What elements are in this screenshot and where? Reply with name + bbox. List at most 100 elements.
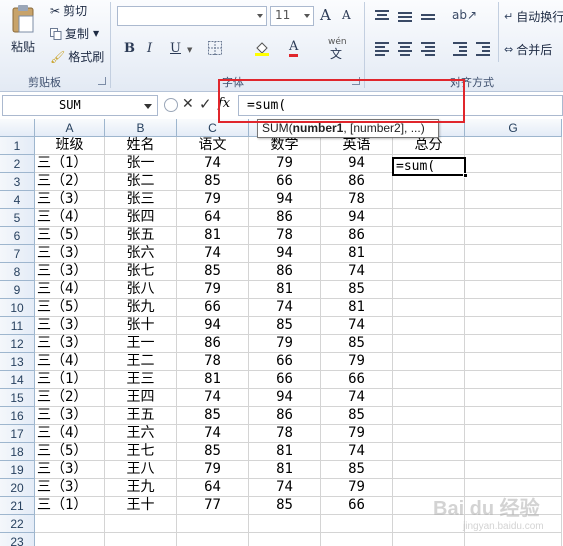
column-header-c[interactable]: C (177, 119, 249, 137)
paste-button[interactable]: 粘贴 (6, 4, 40, 60)
cell[interactable] (105, 533, 177, 546)
row-header[interactable]: 11 (0, 317, 35, 335)
cell[interactable]: 81 (249, 443, 321, 461)
cell[interactable]: 81 (249, 281, 321, 299)
cell[interactable]: 94 (249, 389, 321, 407)
cell[interactable]: 张四 (105, 209, 177, 227)
cell[interactable]: 94 (321, 209, 393, 227)
cut-button[interactable]: ✂ 剪切 (50, 2, 87, 19)
row-header[interactable]: 1 (0, 137, 35, 155)
cell[interactable] (249, 515, 321, 533)
cell[interactable]: 81 (321, 245, 393, 263)
row-header[interactable]: 17 (0, 425, 35, 443)
cell[interactable] (465, 191, 562, 209)
cell[interactable]: 79 (249, 155, 321, 173)
italic-button[interactable]: I (147, 41, 152, 56)
cell[interactable]: 66 (177, 299, 249, 317)
cell[interactable] (393, 299, 465, 317)
cell[interactable]: 74 (321, 317, 393, 335)
decrease-indent-icon[interactable] (453, 42, 467, 56)
cell[interactable] (249, 533, 321, 546)
cell[interactable]: 74 (321, 389, 393, 407)
cell[interactable]: 79 (249, 335, 321, 353)
cell[interactable] (393, 245, 465, 263)
cell[interactable]: 74 (177, 425, 249, 443)
increase-indent-icon[interactable] (476, 42, 490, 56)
cell[interactable]: 王六 (105, 425, 177, 443)
shrink-font-icon[interactable]: A (342, 8, 351, 22)
cell[interactable]: 三（1） (35, 497, 105, 515)
cell[interactable]: 74 (249, 299, 321, 317)
cell[interactable] (35, 533, 105, 546)
column-header-b[interactable]: B (105, 119, 177, 137)
cell[interactable] (465, 443, 562, 461)
cell[interactable] (321, 533, 393, 546)
cancel-icon[interactable]: ✕ (182, 96, 194, 112)
cell[interactable]: 三（3） (35, 191, 105, 209)
cell[interactable]: 三（4） (35, 425, 105, 443)
cell[interactable] (465, 245, 562, 263)
align-bottom-icon[interactable] (421, 14, 435, 26)
cell[interactable]: 86 (249, 263, 321, 281)
cell[interactable]: 三（3） (35, 317, 105, 335)
align-top-icon[interactable] (375, 10, 389, 22)
cell[interactable]: 王十 (105, 497, 177, 515)
cell[interactable] (465, 209, 562, 227)
cell[interactable]: 64 (177, 209, 249, 227)
row-header[interactable]: 20 (0, 479, 35, 497)
cell[interactable] (465, 299, 562, 317)
cell[interactable]: 张八 (105, 281, 177, 299)
cell[interactable]: 三（3） (35, 263, 105, 281)
merge-center-button[interactable]: ⇔ 合并后 (504, 41, 552, 58)
cell[interactable] (465, 317, 562, 335)
select-all-corner[interactable] (0, 119, 35, 137)
cell[interactable] (465, 281, 562, 299)
cell[interactable]: 85 (249, 317, 321, 335)
active-cell[interactable]: =sum( (392, 157, 468, 178)
cell[interactable]: 85 (177, 407, 249, 425)
cell[interactable]: 66 (249, 371, 321, 389)
cell[interactable]: 三（3） (35, 335, 105, 353)
row-header[interactable]: 2 (0, 155, 35, 173)
cell[interactable] (105, 515, 177, 533)
cell[interactable]: 86 (177, 335, 249, 353)
cell[interactable]: 78 (249, 425, 321, 443)
cell[interactable]: 85 (321, 461, 393, 479)
formula-input[interactable]: =sum( (238, 95, 563, 116)
cell[interactable]: 86 (321, 227, 393, 245)
insert-function-icon[interactable]: fx (218, 96, 230, 111)
underline-button[interactable]: U (170, 41, 181, 56)
cell[interactable] (465, 155, 562, 173)
cell[interactable]: 85 (321, 335, 393, 353)
cell[interactable]: 81 (177, 371, 249, 389)
cell[interactable] (465, 227, 562, 245)
cell[interactable]: 三（4） (35, 209, 105, 227)
cell[interactable] (393, 371, 465, 389)
cell[interactable] (393, 533, 465, 546)
cell[interactable]: 85 (177, 443, 249, 461)
cell[interactable]: 班级 (35, 137, 105, 155)
cell[interactable]: 81 (249, 461, 321, 479)
cell[interactable]: 79 (177, 281, 249, 299)
cell[interactable]: 三（4） (35, 281, 105, 299)
cell[interactable]: 三（3） (35, 407, 105, 425)
row-header[interactable]: 19 (0, 461, 35, 479)
cell[interactable]: 三（1） (35, 371, 105, 389)
cell[interactable] (393, 389, 465, 407)
cell[interactable]: 74 (177, 389, 249, 407)
cell[interactable] (177, 515, 249, 533)
align-right-icon[interactable] (421, 42, 435, 56)
cell[interactable]: 三（5） (35, 299, 105, 317)
row-header[interactable]: 15 (0, 389, 35, 407)
cell[interactable]: 78 (177, 353, 249, 371)
wrap-text-button[interactable]: ↵ 自动换行 (504, 8, 563, 25)
cell[interactable]: 66 (321, 371, 393, 389)
cell[interactable]: 王三 (105, 371, 177, 389)
cell[interactable]: 三（5） (35, 443, 105, 461)
cell[interactable] (393, 425, 465, 443)
cell[interactable]: 英语 (321, 137, 393, 155)
cell[interactable] (465, 263, 562, 281)
cell[interactable]: 74 (177, 245, 249, 263)
cell[interactable]: 94 (249, 245, 321, 263)
cell[interactable]: 张一 (105, 155, 177, 173)
